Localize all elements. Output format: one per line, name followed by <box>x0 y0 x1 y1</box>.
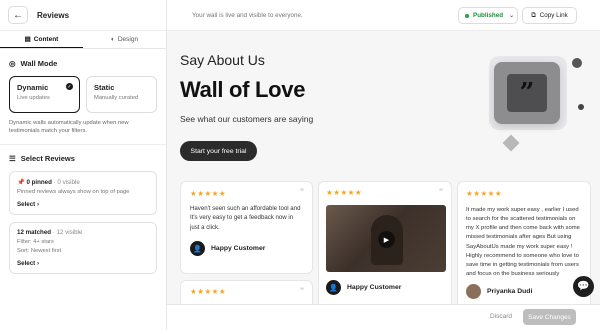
tab-content-label: Content <box>33 35 59 43</box>
matched-summary: 12 matched · 12 visible <box>17 229 149 236</box>
star-rating: ★★★★★ <box>190 287 227 296</box>
wall-mode-icon: ◎ <box>9 59 16 68</box>
chat-widget-button[interactable]: 💬 <box>573 276 594 297</box>
testimonial-author: 👤 Happy Customer <box>190 241 303 257</box>
author-name: Priyanka Dudi <box>487 288 533 296</box>
mode-dynamic-subtitle: Live updates <box>17 95 50 101</box>
discard-button[interactable]: Discard <box>490 313 512 320</box>
preview-topbar: Your wall is live and visible to everyon… <box>167 0 600 31</box>
video-testimonial-card: ★★★★★ ❝ ▶ 👤 Happy Customer <box>318 181 452 311</box>
matched-count: 12 matched <box>17 228 52 236</box>
wall-mode-note: Dynamic walls automatically update when … <box>9 120 129 135</box>
mode-dynamic-card[interactable]: Dynamic Live updates ✓ <box>9 76 80 113</box>
testimonial-video[interactable]: ▶ <box>326 205 446 272</box>
tab-content[interactable]: ▤ Content <box>0 31 83 48</box>
sidebar-title: Reviews <box>37 10 70 20</box>
mode-static-subtitle: Manually curated <box>94 95 139 101</box>
pinned-visible: 0 visible <box>57 178 80 186</box>
chevron-right-icon: › <box>36 259 40 267</box>
testimonial-text: Haven't seen such an affordable tool and… <box>190 205 301 231</box>
play-icon[interactable]: ▶ <box>378 231 395 248</box>
testimonial-card: ★★★★★ ❝ Haven't seen such an affordable … <box>180 181 313 274</box>
matched-sort: Sort: Newest first <box>17 247 62 254</box>
mode-static-card[interactable]: Static Manually curated <box>86 76 157 113</box>
matched-filter: Filter: 4+ stars <box>17 238 54 245</box>
avatar: 👤 <box>190 241 205 257</box>
save-changes-button[interactable]: Save Changes <box>523 309 576 325</box>
hero-subtitle: See what our customers are saying <box>180 114 314 124</box>
quote-icon: ❝ <box>438 187 443 196</box>
wall-mode-heading-text: Wall Mode <box>20 59 58 68</box>
decorative-dot <box>578 104 584 110</box>
testimonial-author: Priyanka Dudi <box>466 284 582 300</box>
avatar: 👤 <box>326 280 341 295</box>
author-name: Happy Customer <box>347 284 402 291</box>
check-icon: ✓ <box>66 83 73 90</box>
published-dropdown[interactable]: Published ⌄ <box>458 7 518 24</box>
pin-icon: 📌 <box>17 178 25 186</box>
chevron-right-icon: › <box>36 200 40 208</box>
quote-icon: ” <box>507 74 547 112</box>
testimonial-text: It made my work super easy , earlier I u… <box>466 207 580 277</box>
star-rating: ★★★★★ <box>466 189 503 198</box>
mode-static-title: Static <box>94 83 115 92</box>
sidebar-tabs: ▤ Content ◐ Design <box>0 31 166 49</box>
sidebar-header: ← Reviews <box>0 0 166 31</box>
chevron-down-icon: ⌄ <box>509 13 515 19</box>
author-name: Happy Customer <box>211 245 266 253</box>
copy-link-button[interactable]: ⧉ Copy Link <box>522 7 577 24</box>
arrow-left-icon: ← <box>13 9 23 21</box>
matched-select-link[interactable]: Select › <box>17 260 149 267</box>
select-reviews-heading-text: Select Reviews <box>20 153 75 163</box>
copy-icon: ⧉ <box>531 11 536 19</box>
mode-dynamic-title: Dynamic <box>17 83 49 92</box>
published-label: Published <box>473 12 504 19</box>
decorative-dot <box>572 58 582 68</box>
palette-icon: ◐ <box>110 36 115 43</box>
pinned-select-label: Select <box>17 200 36 208</box>
pinned-select-link[interactable]: Select › <box>17 201 149 208</box>
select-reviews-heading: ☰ Select Reviews <box>0 154 166 163</box>
pinned-description: Pinned reviews always show on top of pag… <box>17 188 130 195</box>
status-dot-icon <box>465 13 469 18</box>
status-message: Your wall is live and visible to everyon… <box>192 11 303 19</box>
pinned-summary: 📌 0 pinned · 0 visible <box>17 178 149 186</box>
decorative-diamond <box>502 134 520 152</box>
back-button[interactable]: ← <box>8 6 28 24</box>
avatar <box>466 284 481 300</box>
list-icon: ☰ <box>9 153 16 163</box>
matched-visible: 12 visible <box>56 228 83 236</box>
copy-link-label: Copy Link <box>539 12 568 19</box>
decorative-quote-tile: ” <box>494 62 560 124</box>
pinned-reviews-card: 📌 0 pinned · 0 visible Pinned reviews al… <box>9 170 157 215</box>
testimonial-author: 👤 Happy Customer <box>326 280 444 295</box>
star-rating: ★★★★★ <box>326 188 363 197</box>
quote-icon: ❝ <box>299 187 304 196</box>
editor-sidebar: ← Reviews ▤ Content ◐ Design ◎ Wall Mode… <box>0 0 167 330</box>
hero-title: Wall of Love <box>180 77 306 102</box>
star-rating: ★★★★★ <box>190 189 227 198</box>
sidebar-divider <box>0 143 166 145</box>
tab-design[interactable]: ◐ Design <box>83 31 166 48</box>
wall-preview: Your wall is live and visible to everyon… <box>167 0 600 330</box>
pinned-count: 0 pinned <box>26 178 52 186</box>
pages-icon: ▤ <box>24 36 31 43</box>
wall-mode-options: Dynamic Live updates ✓ Static Manually c… <box>0 76 166 113</box>
hero-kicker: Say About Us <box>180 52 265 68</box>
wall-mode-heading: ◎ Wall Mode <box>0 59 166 68</box>
tab-design-label: Design <box>117 36 139 43</box>
chat-icon: 💬 <box>577 281 590 292</box>
action-bar: Discard Save Changes <box>167 304 600 330</box>
matched-select-label: Select <box>17 259 36 267</box>
matched-reviews-card: 12 matched · 12 visible Filter: 4+ stars… <box>9 221 157 274</box>
free-trial-button[interactable]: Start your free trial <box>180 141 257 161</box>
testimonial-card: ★★★★★ It made my work super easy , earli… <box>457 181 591 311</box>
quote-icon: ❝ <box>299 286 304 295</box>
